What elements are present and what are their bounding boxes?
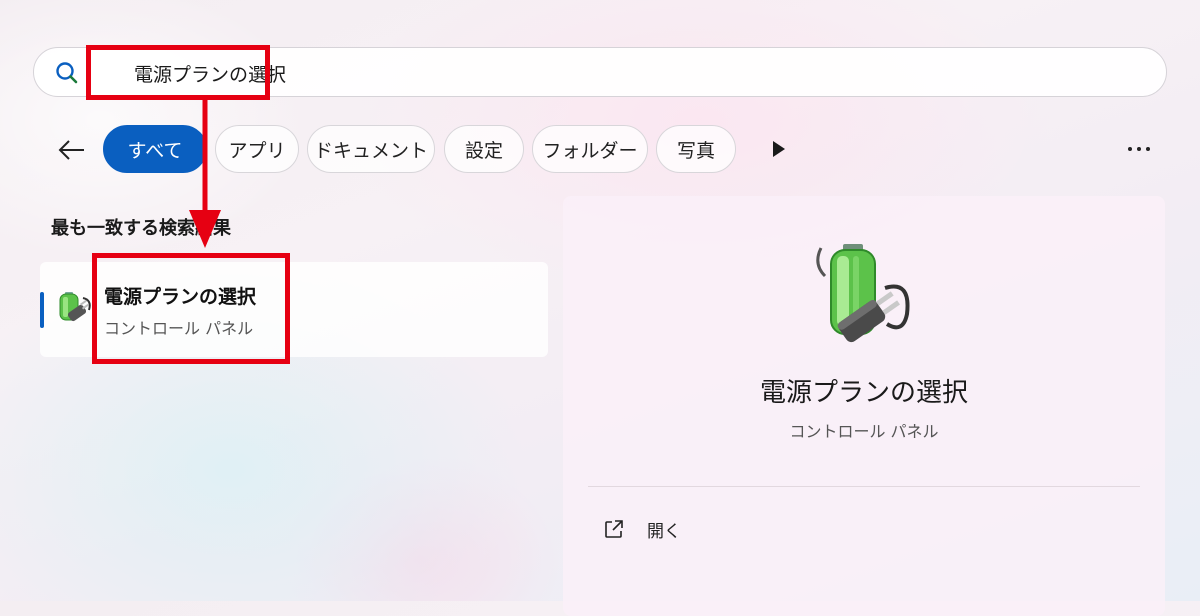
result-subtitle: コントロール パネル: [104, 319, 254, 338]
filter-documents[interactable]: ドキュメント: [307, 125, 435, 173]
filter-settings[interactable]: 設定: [444, 125, 524, 173]
detail-pane: 電源プランの選択 コントロール パネル 開く: [563, 196, 1165, 616]
back-arrow-icon: [58, 140, 84, 160]
dot: [1137, 147, 1141, 151]
open-label: 開く: [647, 521, 681, 542]
best-match-heading: 最も一致する検索結果: [51, 218, 231, 239]
filter-all[interactable]: すべて: [103, 125, 207, 173]
power-battery-icon: [59, 292, 91, 322]
open-external-icon: [605, 520, 623, 538]
open-action[interactable]: 開く: [603, 514, 681, 544]
detail-subtitle: コントロール パネル: [789, 422, 939, 441]
dot: [1146, 147, 1150, 151]
filter-folders[interactable]: フォルダー: [532, 125, 648, 173]
detail-title: 電源プランの選択: [759, 378, 968, 408]
more-options-button[interactable]: [1122, 137, 1156, 161]
power-battery-icon: [816, 244, 910, 343]
divider: [588, 486, 1140, 487]
selection-indicator: [40, 292, 44, 328]
best-match-result[interactable]: 電源プランの選択 コントロール パネル: [40, 262, 548, 357]
play-icon[interactable]: [766, 137, 790, 161]
search-bar[interactable]: [33, 47, 1167, 97]
back-button[interactable]: [52, 130, 92, 170]
dot: [1128, 147, 1132, 151]
result-title: 電源プランの選択: [104, 286, 257, 308]
filter-apps[interactable]: アプリ: [215, 125, 299, 173]
filter-photos[interactable]: 写真: [656, 125, 736, 173]
search-icon: [56, 62, 78, 84]
search-input[interactable]: [134, 58, 1134, 88]
